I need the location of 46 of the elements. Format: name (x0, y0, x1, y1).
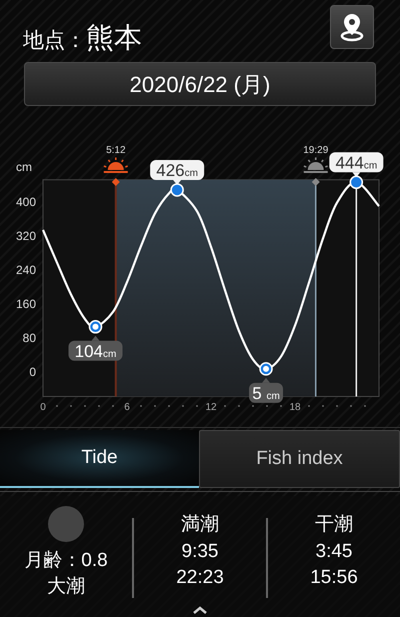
tide-height-label: 444cm (329, 152, 384, 178)
y-tick-label: 0 (29, 365, 36, 379)
tide-point (88, 320, 102, 334)
tide-height-label: 104cm (68, 336, 122, 361)
x-tick-label: 0 (40, 402, 46, 413)
tide-type: 大潮 (47, 575, 85, 599)
tide-point (259, 362, 273, 376)
sunrise-time: 5:12 (106, 145, 126, 156)
annotation: 426cm (156, 160, 198, 180)
location-name: 熊本 (86, 21, 142, 55)
tide-height-label: 426cm (150, 160, 204, 185)
y-tick-label: 80 (22, 331, 36, 345)
tide-time: 22:23 (176, 566, 224, 590)
tide-point (350, 176, 364, 190)
sunrise-icon (104, 158, 128, 173)
y-tick-label: 240 (16, 263, 36, 277)
location-button[interactable] (330, 5, 374, 49)
tab[interactable]: Tide (0, 430, 199, 488)
tab[interactable]: Fish index (199, 430, 400, 488)
map-pin-icon (339, 12, 365, 42)
y-tick-label: 400 (16, 195, 36, 209)
sunrise-marker (112, 178, 120, 186)
sunset-marker (312, 178, 320, 186)
x-tick-label: 6 (124, 402, 130, 413)
annotation: 5 cm (252, 384, 280, 403)
sunset-time: 19:29 (303, 145, 328, 156)
location-label: 地点： (23, 28, 86, 54)
tide-time: 15:56 (310, 566, 358, 590)
annotation: 444cm (335, 153, 378, 172)
x-tick-label: 12 (205, 402, 217, 413)
expand-caret-icon[interactable] (193, 606, 207, 614)
moon-age: 月齢：0.8 (24, 549, 108, 573)
axis-unit: cm (16, 160, 32, 174)
column-heading: 干潮 (315, 513, 353, 537)
x-tick-label: 18 (289, 402, 301, 413)
date-button[interactable]: 2020/6/22 (月) (24, 62, 376, 106)
moon-icon (48, 506, 84, 542)
tide-point (170, 183, 184, 197)
tide-time: 9:35 (182, 540, 218, 564)
y-tick-label: 160 (16, 297, 36, 311)
sunset-icon (304, 158, 328, 173)
column-heading: 満潮 (181, 513, 219, 537)
tide-height-label: 5 cm (249, 378, 284, 403)
y-tick-label: 320 (16, 229, 36, 243)
annotation: 104cm (74, 342, 116, 361)
tide-time: 3:45 (316, 540, 352, 564)
